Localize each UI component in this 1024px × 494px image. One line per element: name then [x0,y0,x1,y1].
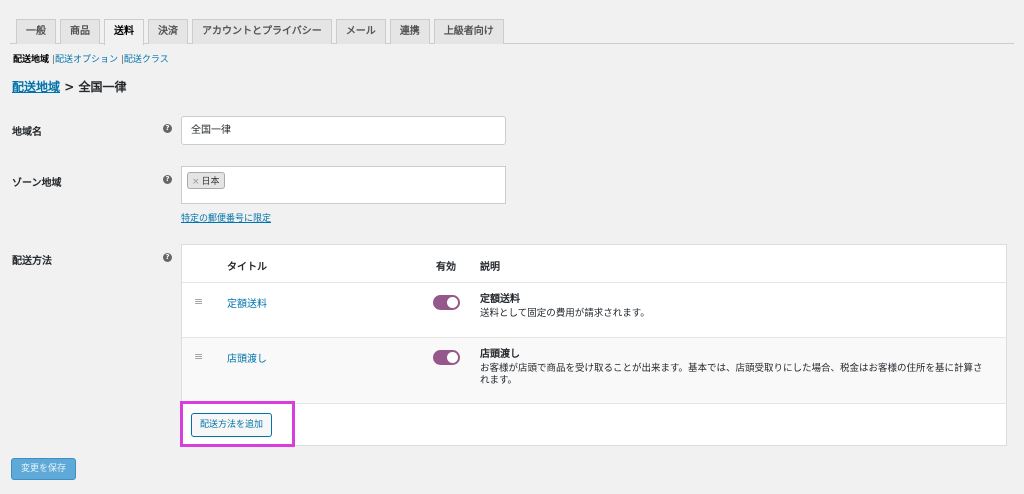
method-title-link[interactable]: 定額送料 [227,295,267,310]
table-header: タイトル 有効 説明 [182,245,1006,283]
breadcrumb: 配送地域 > 全国一律 [12,78,126,95]
settings-tabs: 一般 商品 送料 決済 アカウントとプライバシー メール 連携 上級者向け [10,19,1014,45]
tab-accounts-privacy[interactable]: アカウントとプライバシー [192,19,332,44]
limit-postcodes-link[interactable]: 特定の郵便番号に限定 [181,211,271,224]
method-description: 定額送料 送料として固定の費用が請求されます。 [480,294,990,320]
tab-emails[interactable]: メール [335,19,386,44]
add-shipping-method-button[interactable]: 配送方法を追加 [191,413,273,437]
shipping-subnav: 配送地域 |配送オプション |配送クラス [13,52,169,65]
help-icon[interactable]: ? [163,124,172,133]
tab-general[interactable]: 一般 [16,19,56,44]
highlight-box: 配送方法を追加 [180,401,295,447]
method-description-text: 送料として固定の費用が請求されます。 [480,308,650,319]
method-description-title: 店頭渡し [480,349,520,360]
region-chip-label: 日本 [201,177,220,187]
tab-advanced[interactable]: 上級者向け [433,19,504,44]
table-row: ≡ 店頭渡し 店頭渡し お客様が店頭で商品を受け取ることが出来ます。基本では、店… [182,338,1006,404]
method-description-title: 定額送料 [480,294,520,305]
drag-handle-icon[interactable]: ≡ [194,295,203,308]
tab-products[interactable]: 商品 [60,19,100,44]
zone-name-label: 地域名 [12,127,42,138]
shipping-methods-table: タイトル 有効 説明 ≡ 定額送料 定額送料 送料として固定の費用が請求されます… [180,244,1007,447]
tab-shipping[interactable]: 送料 [104,19,144,45]
help-icon[interactable]: ? [163,175,172,184]
shipping-methods-label: 配送方法 [12,256,52,267]
enabled-toggle[interactable] [433,295,460,310]
header-description: 説明 [480,262,500,273]
breadcrumb-separator: > [64,80,75,94]
header-title: タイトル [227,262,267,273]
method-title-link[interactable]: 店頭渡し [227,350,267,365]
tab-integration[interactable]: 連携 [389,19,430,44]
header-enabled: 有効 [436,262,456,273]
zone-region-select[interactable]: × 日本 [181,166,506,204]
breadcrumb-zones-link[interactable]: 配送地域 [12,80,60,94]
method-description-text: お客様が店頭で商品を受け取ることが出来ます。基本では、店頭受取りにした場合、税金… [480,363,983,386]
region-chip: × 日本 [187,172,225,189]
chip-remove-icon[interactable]: × [192,177,200,187]
drag-handle-icon[interactable]: ≡ [194,350,203,363]
subnav-shipping-classes[interactable]: 配送クラス [124,55,169,65]
zone-region-label: ゾーン地域 [12,178,62,189]
subnav-shipping-zones[interactable]: 配送地域 [13,55,49,65]
subnav-shipping-options[interactable]: 配送オプション [55,55,118,65]
method-description: 店頭渡し お客様が店頭で商品を受け取ることが出来ます。基本では、店頭受取りにした… [480,349,990,387]
tab-payments[interactable]: 決済 [148,19,188,44]
save-changes-button[interactable]: 変更を保存 [11,458,77,480]
breadcrumb-current: 全国一律 [78,80,127,94]
help-icon[interactable]: ? [163,253,172,262]
enabled-toggle[interactable] [433,350,460,365]
table-row: ≡ 定額送料 定額送料 送料として固定の費用が請求されます。 [182,283,1006,338]
zone-name-input[interactable]: 全国一律 [181,116,506,145]
